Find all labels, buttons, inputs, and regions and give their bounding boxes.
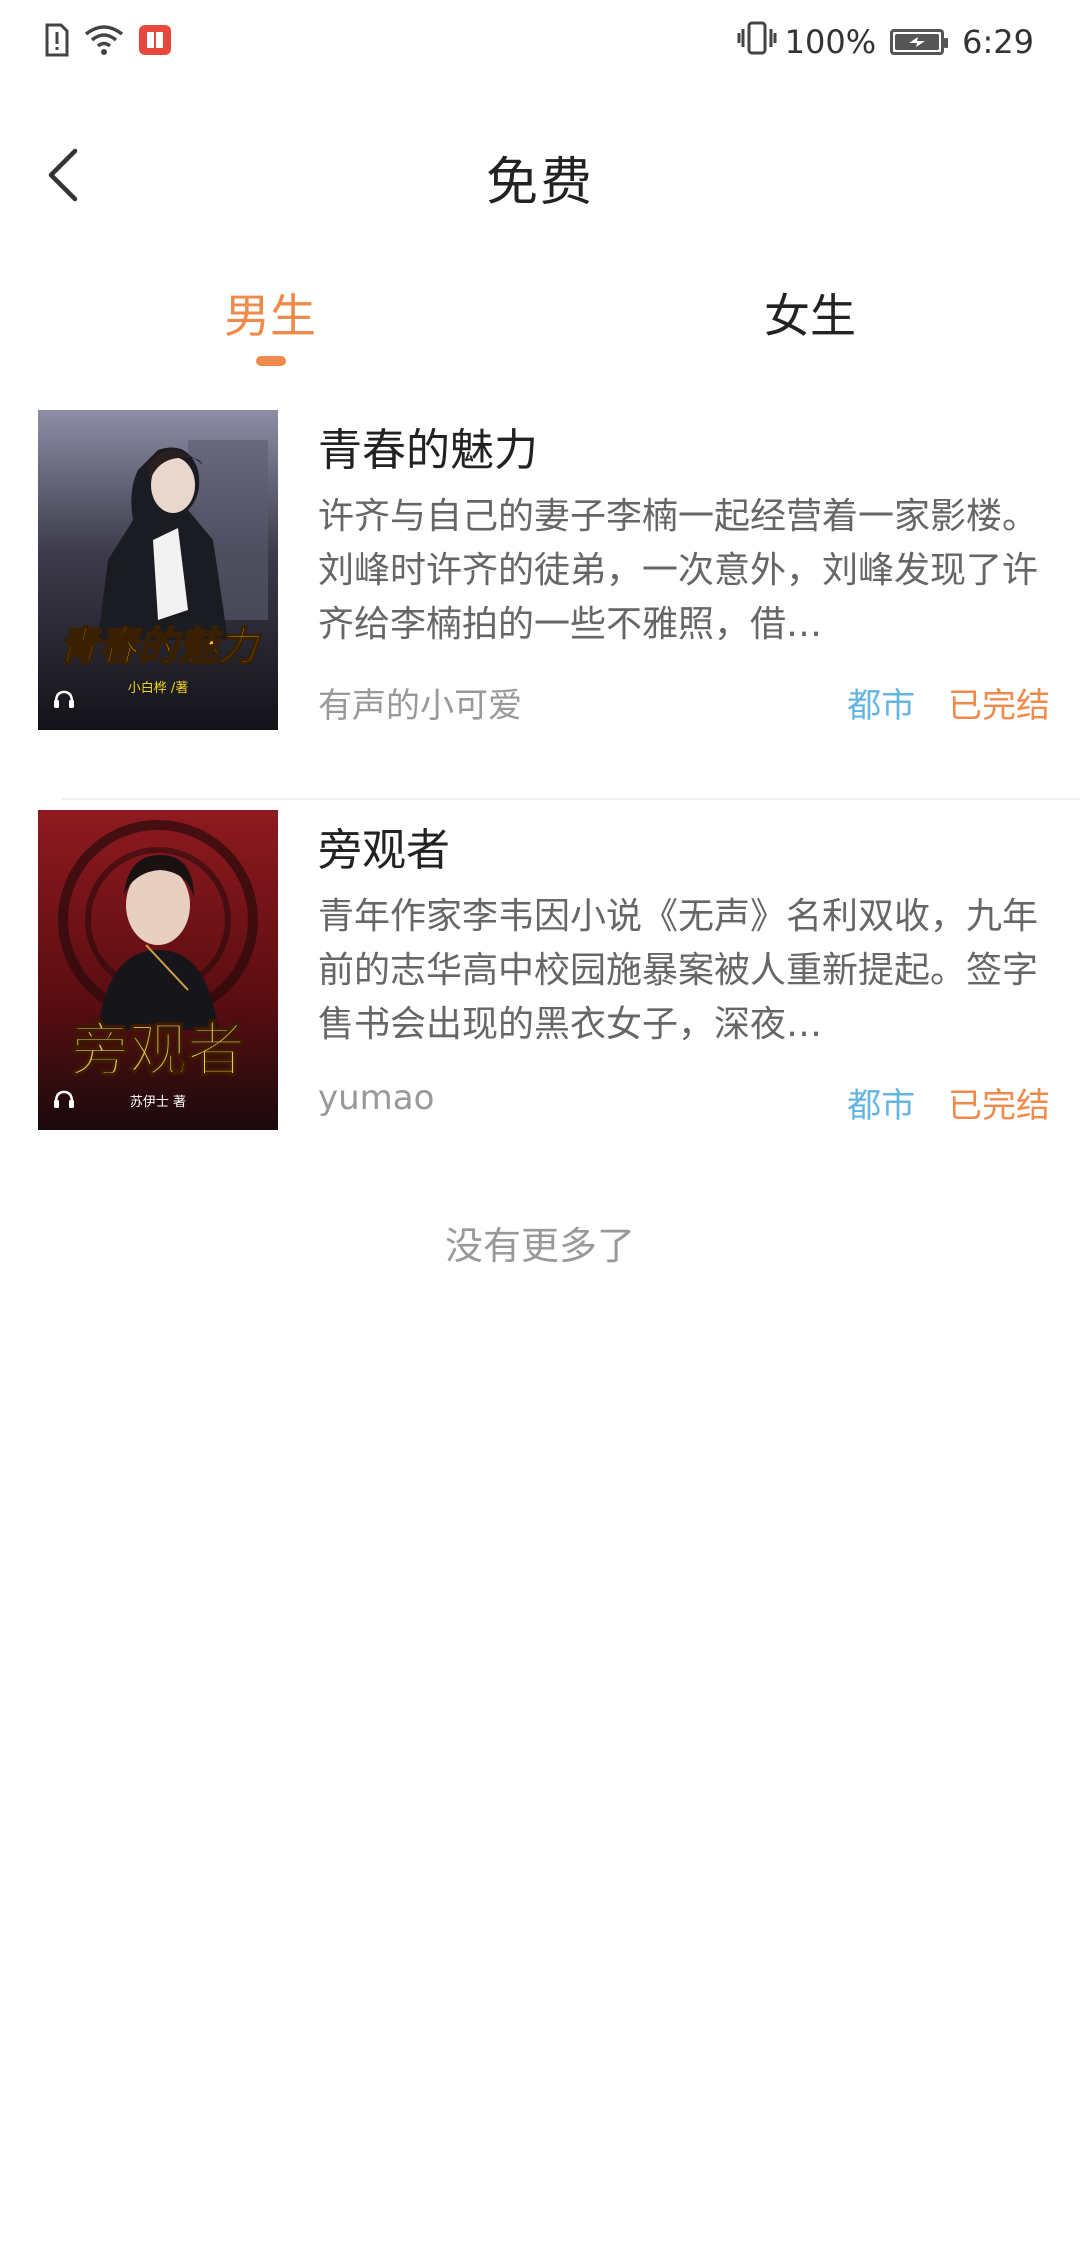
genre-tag: 都市 — [847, 686, 916, 726]
status-tag: 已完结 — [948, 1086, 1050, 1126]
status-left-icons — [44, 22, 172, 62]
wifi-icon — [84, 24, 124, 60]
cover-author-text: 苏伊士 著 — [130, 1094, 186, 1110]
cover-title-text: 旁观者 — [70, 1016, 245, 1084]
page-title: 免费 — [485, 153, 594, 213]
gender-tabs: 男生 女生 — [0, 270, 1080, 380]
book-author: yumao — [318, 1078, 435, 1118]
book-item[interactable]: 青春的魅力 小白桦 /著 青春的魅力 许齐与自己的妻子李楠一起经营着一家影楼。刘… — [0, 400, 1080, 800]
book-tags: 都市 已完结 — [847, 678, 1050, 727]
tab-male[interactable]: 男生 — [120, 280, 420, 346]
book-list: 青春的魅力 小白桦 /著 青春的魅力 许齐与自己的妻子李楠一起经营着一家影楼。刘… — [0, 400, 1080, 1200]
sim-alert-icon — [44, 23, 70, 61]
vibrate-icon — [737, 21, 777, 63]
status-time: 6:29 — [962, 23, 1034, 61]
book-cover[interactable]: 青春的魅力 小白桦 /著 — [38, 410, 278, 730]
book-item[interactable]: 旁观者 苏伊士 著 旁观者 青年作家李韦因小说《无声》名利双收，九年前的志华高中… — [0, 800, 1080, 1200]
active-tab-indicator — [256, 356, 286, 366]
app-notification-icon — [138, 24, 172, 60]
no-more-text: 没有更多了 — [444, 1224, 635, 1268]
book-description: 许齐与自己的妻子李楠一起经营着一家影楼。刘峰时许齐的徒弟，一次意外，刘峰发现了许… — [318, 496, 1038, 645]
book-title: 旁观者 — [318, 825, 450, 876]
book-meta: yumao 都市 已完结 — [318, 1078, 1050, 1128]
status-tag: 已完结 — [948, 686, 1050, 726]
genre-tag: 都市 — [847, 1086, 916, 1126]
tab-female[interactable]: 女生 — [660, 280, 960, 346]
header-bar: 免费 — [0, 110, 1080, 240]
book-title: 青春的魅力 — [318, 425, 538, 476]
status-right-icons: 100% 6:29 — [737, 20, 1034, 64]
battery-percent: 100% — [784, 23, 877, 61]
cover-author-text: 小白桦 /著 — [128, 680, 189, 696]
cover-title-text: 青春的魅力 — [58, 624, 262, 670]
status-bar: 100% 6:29 — [0, 0, 1080, 86]
book-description: 青年作家李韦因小说《无声》名利双收，九年前的志华高中校园施暴案被人重新提起。签字… — [318, 896, 1038, 1045]
app-page: 100% 6:29 免费 男生 女生 青春的魅力 小白桦 /著 青春的魅力 许齐… — [0, 0, 1080, 2244]
book-tags: 都市 已完结 — [847, 1078, 1050, 1127]
book-meta: 有声的小可爱 都市 已完结 — [318, 678, 1050, 728]
book-author: 有声的小可爱 — [318, 686, 522, 726]
book-cover[interactable]: 旁观者 苏伊士 著 — [38, 810, 278, 1130]
battery-charging-icon — [890, 29, 949, 55]
